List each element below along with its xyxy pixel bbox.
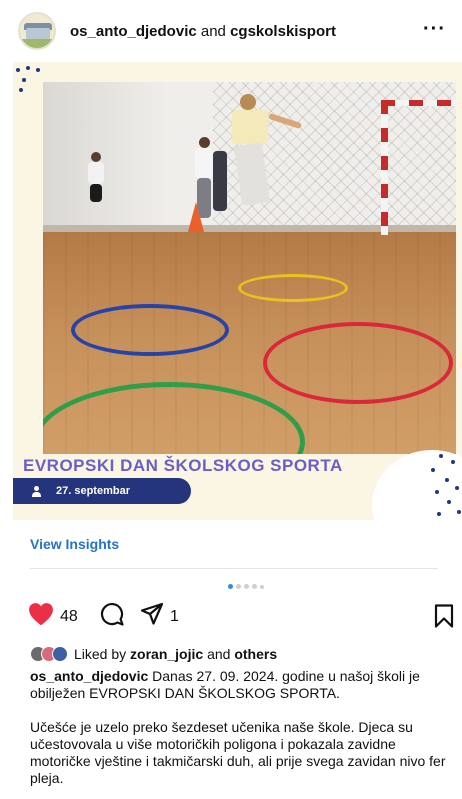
hoop-yellow	[238, 274, 348, 302]
training-cone	[188, 202, 204, 232]
liker-avatars[interactable]	[30, 646, 68, 662]
goal-post	[381, 100, 388, 235]
send-icon[interactable]	[140, 602, 164, 631]
share-count[interactable]: 1	[170, 608, 179, 626]
profile-avatar[interactable]	[18, 12, 56, 50]
person-icon	[31, 485, 42, 497]
carousel-dot	[260, 584, 264, 589]
carousel-dot	[252, 584, 257, 589]
liker-avatar	[52, 646, 68, 662]
hoop-blue	[71, 304, 229, 356]
view-insights-link[interactable]: View Insights	[30, 536, 119, 552]
post-media[interactable]: EVROPSKI DAN ŠKOLSKOG SPORTA 27. septemb…	[13, 62, 462, 520]
banner-title: EVROPSKI DAN ŠKOLSKOG SPORTA	[23, 456, 343, 475]
more-options-icon[interactable]: ···	[423, 18, 446, 41]
caption-username[interactable]: os_anto_djedovic	[30, 668, 148, 684]
heart-icon[interactable]	[28, 602, 54, 631]
date-label: 27. septembar	[56, 485, 130, 497]
author-username-2[interactable]: cgskolskisport	[230, 23, 336, 40]
like-button[interactable]: 48	[28, 602, 78, 631]
divider	[30, 568, 438, 569]
authors-conjunction: and	[200, 22, 226, 40]
comment-icon[interactable]	[100, 602, 124, 631]
author-username-1[interactable]: os_anto_djedovic	[70, 23, 197, 40]
gym-photo	[43, 82, 456, 454]
post-header: os_anto_djedovic and cgskolskisport ···	[0, 0, 462, 62]
like-count[interactable]: 48	[60, 608, 78, 626]
post-caption: os_anto_djedovic Danas 27. 09. 2024. god…	[30, 668, 456, 799]
share-button[interactable]: 1	[140, 602, 179, 631]
avatar-grass	[20, 39, 54, 48]
carousel-dot	[236, 584, 241, 589]
carousel-dot	[244, 584, 249, 589]
date-pill: 27. septembar	[13, 478, 191, 504]
post-authors: os_anto_djedovic and cgskolskisport	[70, 23, 336, 40]
decorative-dots-bottom-right	[417, 450, 462, 520]
action-bar: 48 1	[28, 602, 458, 634]
liked-by-others[interactable]: others	[234, 646, 277, 662]
caption-paragraph-2: Učešće je uzelo preko šezdeset učenika n…	[30, 719, 446, 786]
carousel-indicator	[228, 584, 264, 589]
bookmark-icon[interactable]	[433, 604, 455, 633]
goal-crossbar	[381, 100, 456, 106]
likes-summary: Liked by zoran_jojic and others	[30, 643, 277, 665]
caption-paragraph-1: os_anto_djedovic Danas 27. 09. 2024. god…	[30, 668, 456, 702]
liked-by-prefix: Liked by	[74, 646, 127, 662]
comment-button[interactable]	[100, 602, 124, 631]
carousel-dot-active	[228, 584, 233, 589]
gym-wall-shadow	[43, 82, 163, 232]
liked-by-user[interactable]: zoran_jojic	[130, 646, 203, 662]
liked-by-conjunction: and	[207, 646, 231, 662]
hoop-red	[263, 322, 453, 404]
